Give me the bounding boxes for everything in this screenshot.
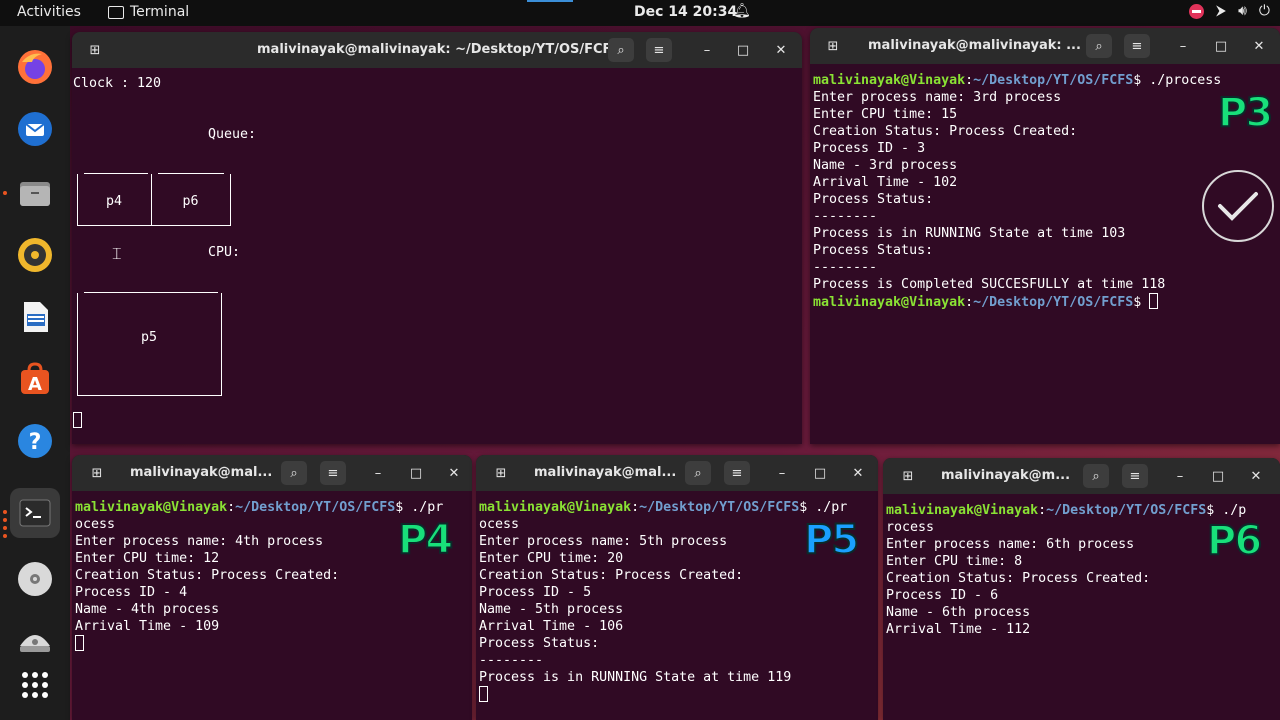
menu-icon[interactable]: ≡	[646, 38, 672, 62]
close-icon[interactable]: ✕	[845, 461, 871, 485]
cpu-box: p5	[77, 292, 222, 396]
writer-icon[interactable]	[10, 292, 60, 342]
new-tab-icon[interactable]: ⊞	[84, 461, 110, 485]
app-name: Terminal	[130, 4, 190, 20]
maximize-icon[interactable]: □	[1208, 34, 1234, 58]
queue-slot: p4	[77, 173, 152, 226]
window-title: malivinayak@mal...	[130, 465, 273, 480]
running-indicator	[3, 534, 7, 538]
help-icon[interactable]: ?	[10, 416, 60, 466]
queue-slot: p6	[152, 173, 231, 226]
window-title: malivinayak@m...	[941, 468, 1071, 483]
system-tray[interactable]: ⮞ 🔊︎ ⏻	[1188, 3, 1270, 19]
menu-icon[interactable]: ≡	[1124, 34, 1150, 58]
scheduler-terminal-window[interactable]: ⊞ malivinayak@malivinayak: ~/Desktop/YT/…	[72, 32, 802, 444]
terminal-icon[interactable]	[10, 488, 60, 538]
running-indicator	[3, 510, 7, 514]
cpu-process: p5	[140, 330, 157, 345]
menu-icon[interactable]: ≡	[724, 461, 750, 485]
process-badge: P5	[803, 516, 860, 564]
window-titlebar[interactable]: ⊞ malivinayak@m... ⌕ ≡ – □ ✕	[883, 458, 1280, 494]
bell-icon: 🔔︎	[733, 3, 751, 19]
volume-icon: 🔊︎	[1238, 3, 1247, 19]
window-title: malivinayak@mal...	[534, 465, 677, 480]
do-not-disturb-icon[interactable]	[1188, 3, 1204, 19]
app-menu[interactable]: Terminal	[108, 4, 189, 20]
window-titlebar[interactable]: ⊞ malivinayak@malivinayak: ... ⌕ ≡ – □ ✕	[810, 28, 1280, 64]
maximize-icon[interactable]: □	[807, 461, 833, 485]
process-badge: P4	[397, 516, 454, 564]
p4-terminal-window[interactable]: ⊞ malivinayak@mal... ⌕ ≡ – □ ✕ malivinay…	[72, 455, 472, 720]
terminal-output[interactable]: malivinayak@Vinayak:~/Desktop/YT/OS/FCFS…	[886, 502, 1246, 638]
minimize-icon[interactable]: –	[1170, 34, 1196, 58]
search-icon[interactable]: ⌕	[1083, 464, 1109, 488]
terminal-output[interactable]: malivinayak@Vinayak:~/Desktop/YT/OS/FCFS…	[75, 499, 443, 653]
p5-terminal-window[interactable]: ⊞ malivinayak@mal... ⌕ ≡ – □ ✕ malivinay…	[476, 455, 878, 720]
queue-label: Queue:	[208, 127, 257, 142]
running-indicator	[3, 526, 7, 530]
firefox-icon[interactable]	[10, 42, 60, 92]
activities-button[interactable]: Activities	[17, 4, 81, 20]
close-icon[interactable]: ✕	[768, 38, 794, 62]
queue-item-p4: p4	[105, 194, 122, 209]
new-tab-icon[interactable]: ⊞	[895, 464, 921, 488]
terminal-app-icon	[108, 5, 124, 19]
menu-icon[interactable]: ≡	[320, 461, 346, 485]
app-center-icon[interactable]: A	[10, 354, 60, 404]
search-icon[interactable]: ⌕	[1086, 34, 1112, 58]
clock[interactable]: Dec 14 20:34	[634, 4, 737, 20]
maximize-icon[interactable]: □	[730, 38, 756, 62]
network-icon: ⮞	[1215, 3, 1227, 19]
close-icon[interactable]: ✕	[1243, 464, 1269, 488]
close-icon[interactable]: ✕	[1246, 34, 1272, 58]
dock: A ?	[0, 26, 70, 720]
minimize-icon[interactable]: –	[769, 461, 795, 485]
svg-text:?: ?	[29, 430, 42, 455]
minimize-icon[interactable]: –	[1167, 464, 1193, 488]
process-badge: P3	[1217, 89, 1274, 137]
menu-icon[interactable]: ≡	[1122, 464, 1148, 488]
search-icon[interactable]: ⌕	[281, 461, 307, 485]
minimize-icon[interactable]: –	[694, 38, 720, 62]
top-bar: Activities Terminal Dec 14 20:34 🔔︎ ⮞ 🔊︎…	[0, 0, 1280, 26]
queue-item-p6: p6	[182, 194, 199, 209]
close-icon[interactable]: ✕	[441, 461, 467, 485]
running-indicator	[3, 191, 7, 195]
show-apps-icon[interactable]	[10, 660, 60, 710]
rhythmbox-icon[interactable]	[10, 230, 60, 280]
p6-terminal-window[interactable]: ⊞ malivinayak@m... ⌕ ≡ – □ ✕ malivinayak…	[883, 458, 1280, 720]
files-icon[interactable]	[10, 168, 60, 218]
p3-terminal-window[interactable]: ⊞ malivinayak@malivinayak: ... ⌕ ≡ – □ ✕…	[810, 28, 1280, 444]
terminal-cursor	[73, 412, 82, 428]
disc-icon[interactable]	[10, 554, 60, 604]
minimize-icon[interactable]: –	[365, 461, 391, 485]
power-icon: ⏻	[1258, 3, 1270, 19]
window-title: malivinayak@malivinayak: ~/Desktop/YT/OS…	[257, 42, 621, 57]
clock-label: Clock : 120	[73, 76, 162, 91]
window-titlebar[interactable]: ⊞ malivinayak@mal... ⌕ ≡ – □ ✕	[476, 455, 878, 491]
cpu-label: CPU:	[208, 245, 241, 260]
disc-icon-2[interactable]	[10, 616, 60, 666]
checkmark-icon	[1202, 170, 1274, 242]
svg-text:A: A	[28, 374, 42, 395]
maximize-icon[interactable]: □	[1205, 464, 1231, 488]
window-titlebar[interactable]: ⊞ malivinayak@malivinayak: ~/Desktop/YT/…	[72, 32, 802, 68]
text-cursor-icon: ⌶	[112, 244, 122, 263]
terminal-output[interactable]: malivinayak@Vinayak:~/Desktop/YT/OS/FCFS…	[479, 499, 847, 704]
terminal-output[interactable]: malivinayak@Vinayak:~/Desktop/YT/OS/FCFS…	[813, 72, 1221, 311]
new-tab-icon[interactable]: ⊞	[488, 461, 514, 485]
thunderbird-icon[interactable]	[10, 104, 60, 154]
search-icon[interactable]: ⌕	[685, 461, 711, 485]
maximize-icon[interactable]: □	[403, 461, 429, 485]
window-titlebar[interactable]: ⊞ malivinayak@mal... ⌕ ≡ – □ ✕	[72, 455, 472, 491]
window-title: malivinayak@malivinayak: ...	[868, 38, 1081, 53]
process-badge: P6	[1206, 517, 1263, 565]
workspace-indicator	[527, 0, 573, 2]
running-indicator	[3, 518, 7, 522]
new-tab-icon[interactable]: ⊞	[82, 38, 108, 62]
search-icon[interactable]: ⌕	[608, 38, 634, 62]
new-tab-icon[interactable]: ⊞	[820, 34, 846, 58]
